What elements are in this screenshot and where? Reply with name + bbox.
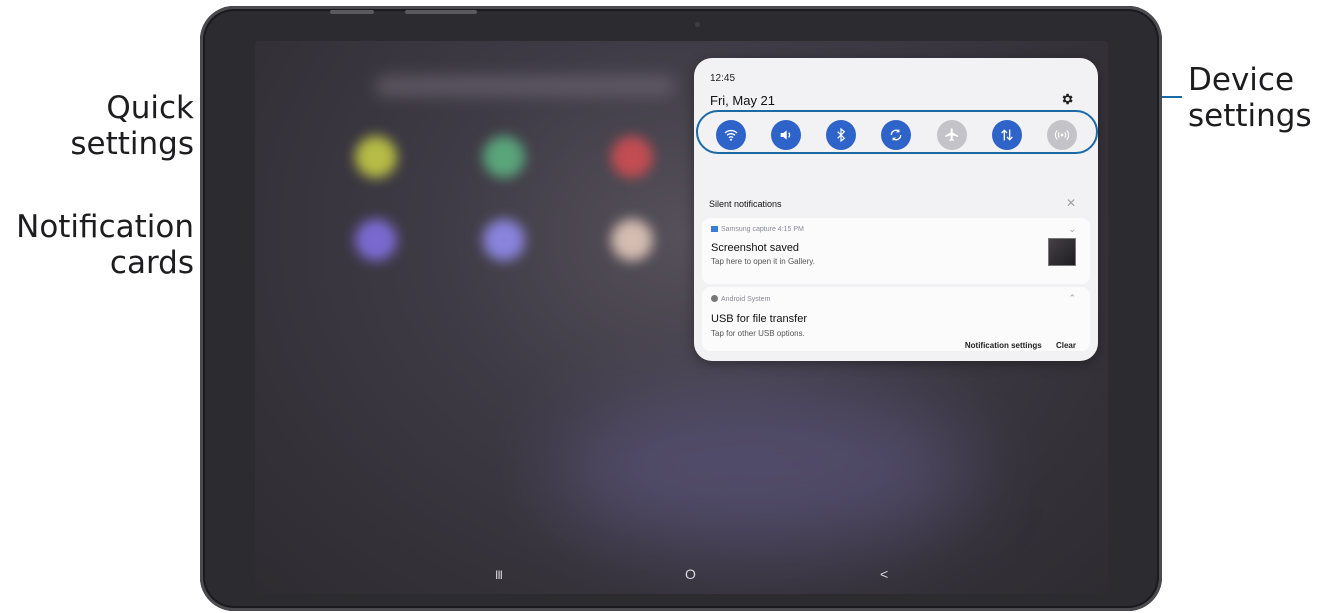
volume-button (330, 10, 374, 14)
notification-subtitle: Tap here to open it in Gallery. (711, 257, 815, 266)
screenshot-thumbnail[interactable] (1048, 238, 1076, 266)
notification-source: Android System (711, 295, 770, 303)
notification-panel: 12:45 Fri, May 21 Silent notifications ✕… (694, 58, 1098, 361)
back-button[interactable]: < (880, 566, 888, 582)
blurred-search-bar (375, 76, 675, 96)
quick-settings-highlight (696, 110, 1098, 154)
clock: 12:45 (710, 73, 736, 84)
callout-line: Quick (106, 90, 194, 126)
device-settings-callout: Device settings (1188, 62, 1312, 134)
callout-line: Notification (16, 209, 194, 245)
notification-cards-callout: Notification cards (16, 209, 194, 281)
tablet-frame: 12:45 Fri, May 21 Silent notifications ✕… (200, 6, 1162, 611)
blurred-app-icon (483, 219, 525, 261)
notification-title: USB for file transfer (711, 313, 807, 325)
source-text: Samsung capture 4:15 PM (721, 226, 804, 233)
android-icon (711, 295, 718, 302)
collapse-chevron-icon[interactable]: ⌃ (1068, 293, 1076, 304)
power-button (405, 10, 477, 14)
notification-subtitle: Tap for other USB options. (711, 329, 805, 338)
source-text: Android System (721, 296, 771, 303)
expand-chevron-icon[interactable]: ⌄ (1068, 224, 1076, 235)
notification-title: Screenshot saved (711, 242, 800, 254)
callout-line: settings (70, 126, 194, 162)
callout-line: Device (1188, 62, 1295, 98)
dismiss-section-icon[interactable]: ✕ (1066, 196, 1076, 210)
callout-line: settings (1188, 98, 1312, 134)
blurred-app-icon (483, 136, 525, 178)
blurred-app-icon (355, 136, 397, 178)
notification-settings-button[interactable]: Notification settings (965, 341, 1042, 350)
quick-settings-callout: Quick settings (70, 90, 194, 162)
clear-button[interactable]: Clear (1056, 341, 1076, 350)
notification-source: Samsung capture 4:15 PM (711, 226, 804, 233)
gallery-icon (711, 226, 718, 232)
front-camera (695, 22, 700, 27)
home-button[interactable]: O (685, 566, 696, 582)
blurred-app-icon (611, 219, 653, 261)
date: Fri, May 21 (710, 93, 776, 108)
callout-line: cards (109, 245, 194, 281)
blurred-app-icon (355, 219, 397, 261)
blurred-app-icon (611, 136, 653, 178)
recents-button[interactable]: III (495, 568, 503, 582)
gear-icon[interactable] (1060, 92, 1074, 106)
notification-card[interactable]: Samsung capture 4:15 PM ⌄ Screenshot sav… (702, 218, 1090, 284)
panel-actions: Notification settings Clear (953, 341, 1076, 350)
silent-notifications-heading: Silent notifications (709, 199, 782, 209)
wallpaper-glow (555, 391, 975, 551)
